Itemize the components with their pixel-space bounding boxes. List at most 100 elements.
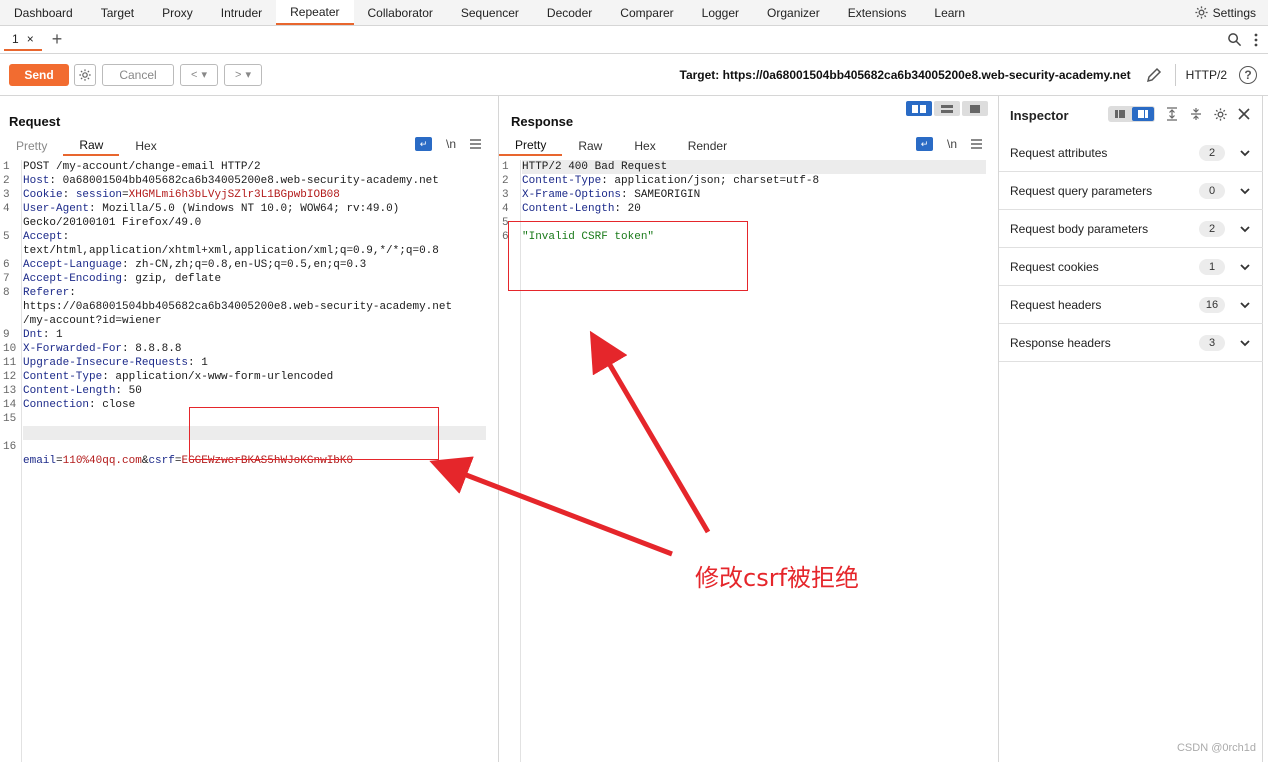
- newline-toggle[interactable]: \n: [947, 137, 957, 151]
- repeater-tab-1[interactable]: 1 ×: [4, 29, 42, 51]
- close-icon[interactable]: [1238, 108, 1250, 120]
- line-text: Content-Length: 50: [23, 385, 142, 397]
- expand-all-icon[interactable]: [1165, 107, 1179, 121]
- chevron-down-icon[interactable]: [1239, 223, 1251, 235]
- line-number: 11: [3, 357, 17, 369]
- inspector-section-response-headers[interactable]: Response headers 3: [999, 324, 1263, 362]
- forward-arrow-icon: >: [235, 68, 242, 81]
- nav-tab-target[interactable]: Target: [87, 0, 148, 25]
- response-title: Response: [511, 114, 574, 129]
- close-icon[interactable]: ×: [27, 32, 34, 46]
- nav-tab-collaborator[interactable]: Collaborator: [354, 0, 447, 25]
- nav-tab-intruder[interactable]: Intruder: [207, 0, 276, 25]
- gear-icon[interactable]: [1213, 107, 1228, 122]
- menu-icon[interactable]: [971, 139, 983, 149]
- nav-tab-extensions[interactable]: Extensions: [834, 0, 921, 25]
- layout-side-by-side-icon[interactable]: [906, 101, 932, 116]
- inspector-section-request-query-parameters[interactable]: Request query parameters 0: [999, 172, 1263, 210]
- top-nav: Dashboard Target Proxy Intruder Repeater…: [0, 0, 1268, 26]
- line-text: Content-Type: application/json; charset=…: [522, 175, 820, 187]
- line-text: text/html,application/xhtml+xml,applicat…: [23, 245, 439, 257]
- request-tab-pretty[interactable]: Pretty: [0, 136, 63, 156]
- nav-tab-sequencer[interactable]: Sequencer: [447, 0, 533, 25]
- response-editor-tools: ↵ \n: [916, 137, 983, 151]
- count-badge: 0: [1199, 182, 1225, 199]
- send-options-button[interactable]: [74, 63, 96, 86]
- line-number: 3: [3, 189, 10, 201]
- back-button[interactable]: < ▾: [180, 63, 218, 86]
- response-tab-pretty[interactable]: Pretty: [499, 136, 563, 156]
- line-number: 16: [3, 441, 17, 453]
- line-text: Upgrade-Insecure-Requests: 1: [23, 357, 208, 369]
- line-number: 13: [3, 385, 17, 397]
- count-badge: 1: [1199, 258, 1225, 275]
- nav-tab-repeater[interactable]: Repeater: [276, 0, 354, 25]
- chevron-down-icon[interactable]: [1239, 299, 1251, 311]
- search-icon[interactable]: [1227, 32, 1242, 47]
- chevron-down-icon[interactable]: [1239, 185, 1251, 197]
- inspector-pane: Inspector Request attributes 2 Request que…: [999, 96, 1263, 762]
- chevron-down-icon[interactable]: [1239, 261, 1251, 273]
- chevron-down-icon[interactable]: [1239, 147, 1251, 159]
- cancel-button[interactable]: Cancel: [102, 63, 174, 86]
- settings-label: Settings: [1212, 5, 1256, 20]
- repeater-toolbar: Send Cancel < ▾ > ▾ Target: https://0a68…: [0, 54, 1268, 96]
- split-view-icon[interactable]: [1132, 107, 1154, 121]
- chevron-down-icon: ▾: [245, 69, 251, 81]
- nav-tab-proxy[interactable]: Proxy: [148, 0, 207, 25]
- line-text: Content-Type: application/x-www-form-url…: [23, 371, 334, 383]
- menu-icon[interactable]: [470, 139, 482, 149]
- line-text: Accept:: [23, 231, 76, 243]
- settings-button[interactable]: Settings: [1194, 0, 1268, 25]
- list-view-icon[interactable]: [1109, 107, 1131, 121]
- request-view-tabs: Pretty Raw Hex: [0, 136, 173, 156]
- line-text: Cookie: session=XHGMLmi6h3bLVyjSZlr3L1BG…: [23, 189, 340, 201]
- nav-tab-dashboard[interactable]: Dashboard: [0, 0, 87, 25]
- help-icon[interactable]: ?: [1239, 65, 1257, 84]
- line-text: Dnt: 1: [23, 329, 63, 341]
- inspector-layout-toggle[interactable]: [1108, 106, 1155, 122]
- inspector-section-label: Request attributes: [1010, 145, 1108, 160]
- line-number: 9: [3, 329, 10, 341]
- inspector-section-request-body-parameters[interactable]: Request body parameters 2: [999, 210, 1263, 248]
- line-text: POST /my-account/change-email HTTP/2: [23, 161, 261, 173]
- send-button[interactable]: Send: [9, 63, 69, 86]
- layout-tabbed-icon[interactable]: [962, 101, 988, 116]
- gear-icon: [79, 68, 91, 81]
- layout-toggle[interactable]: [906, 101, 988, 116]
- count-badge: 2: [1199, 220, 1225, 237]
- response-view-tabs: Pretty Raw Hex Render: [499, 136, 743, 156]
- nav-tab-comparer[interactable]: Comparer: [606, 0, 687, 25]
- nav-tab-learn[interactable]: Learn: [920, 0, 979, 25]
- protocol-selector[interactable]: HTTP/2: [1186, 68, 1227, 82]
- nav-tab-decoder[interactable]: Decoder: [533, 0, 606, 25]
- watermark: CSDN @0rch1d: [1176, 742, 1256, 754]
- target-url: Target: https://0a68001504bb405682ca6b34…: [679, 67, 1131, 82]
- inspector-section-request-cookies[interactable]: Request cookies 1: [999, 248, 1263, 286]
- word-wrap-icon[interactable]: ↵: [415, 137, 432, 151]
- inspector-section-request-headers[interactable]: Request headers 16: [999, 286, 1263, 324]
- inspector-section-label: Request cookies: [1010, 259, 1099, 274]
- edit-target-icon[interactable]: [1145, 66, 1163, 84]
- request-tab-raw[interactable]: Raw: [63, 136, 120, 156]
- newline-toggle[interactable]: \n: [446, 137, 456, 151]
- chevron-down-icon[interactable]: [1239, 337, 1251, 349]
- more-options-icon[interactable]: [1254, 33, 1258, 47]
- nav-tab-logger[interactable]: Logger: [688, 0, 753, 25]
- word-wrap-icon[interactable]: ↵: [916, 137, 933, 151]
- layout-stacked-icon[interactable]: [934, 101, 960, 116]
- response-tab-render[interactable]: Render: [672, 136, 743, 156]
- divider: [1174, 63, 1176, 86]
- forward-button[interactable]: > ▾: [224, 63, 262, 86]
- response-tab-raw[interactable]: Raw: [562, 136, 618, 156]
- line-number: 1: [502, 161, 509, 173]
- request-editor[interactable]: 1 POST /my-account/change-email HTTP/2 2 Ho…: [0, 160, 498, 762]
- response-tab-hex[interactable]: Hex: [618, 136, 671, 156]
- inspector-section-request-attributes[interactable]: Request attributes 2: [999, 134, 1263, 172]
- request-tab-hex[interactable]: Hex: [119, 136, 172, 156]
- line-number: 8: [3, 287, 10, 299]
- add-tab-button[interactable]: +: [52, 29, 63, 50]
- collapse-all-icon[interactable]: [1189, 107, 1203, 121]
- inspector-sections: Request attributes 2 Request query paramet…: [999, 134, 1263, 362]
- nav-tab-organizer[interactable]: Organizer: [753, 0, 834, 25]
